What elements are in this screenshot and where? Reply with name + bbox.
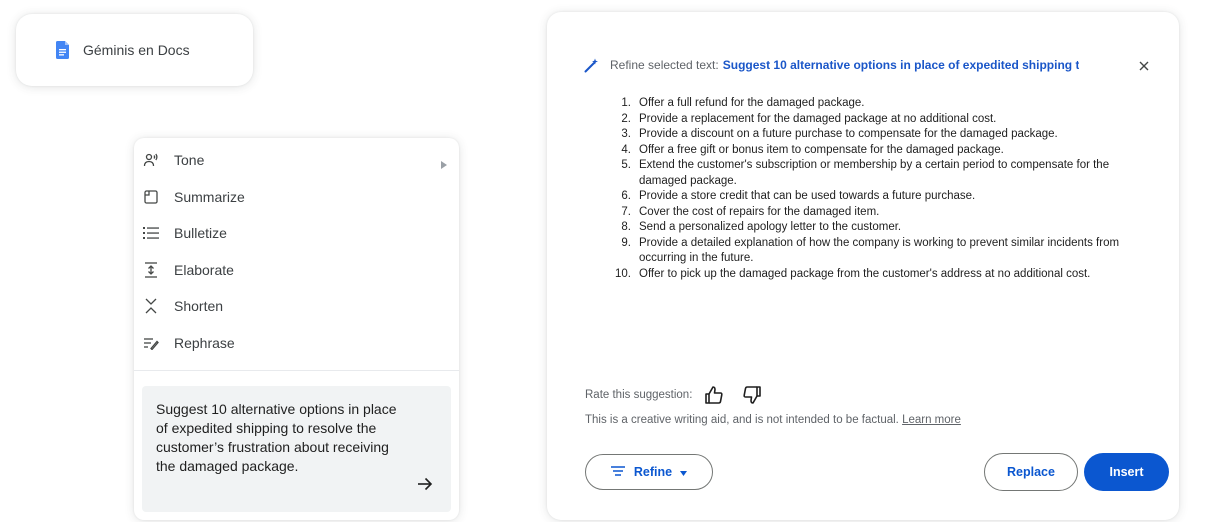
arrow-right-icon[interactable] [417, 477, 433, 496]
item-number: 8. [621, 221, 631, 233]
menu-item-label: Tone [174, 152, 205, 169]
item-number: 6. [621, 190, 631, 202]
menu-list: Tone Summarize Bulletize Elaborate Short… [134, 138, 459, 361]
list-item: 10. Offer to pick up the damaged package … [607, 267, 1142, 283]
disclaimer: This is a creative writing aid, and is n… [585, 414, 961, 426]
bulletize-icon [142, 224, 160, 242]
item-text: Provide a discount on a future purchase … [639, 128, 1058, 140]
item-number: 9. [621, 236, 631, 249]
caret-down-icon [680, 465, 688, 479]
close-icon[interactable] [1139, 58, 1149, 76]
list-item: 1. Offer a full refund for the damaged pa… [607, 96, 1142, 112]
gemini-docs-chip: Géminis en Docs [16, 14, 253, 86]
item-number: 7. [621, 205, 631, 218]
tone-icon [142, 151, 160, 169]
item-text: Cover the cost of repairs for the damage… [639, 205, 880, 218]
menu-item-label: Summarize [174, 188, 245, 205]
item-number: 5. [621, 159, 631, 171]
list-item: 5. Extend the customer's subscription or … [607, 158, 1142, 189]
magic-wand-icon [584, 58, 599, 73]
google-docs-icon [56, 41, 69, 59]
rate-label: Rate this suggestion: [585, 389, 693, 401]
panel-header: Refine selected text: Suggest 10 alterna… [584, 54, 1163, 76]
chip-label: Géminis en Docs [83, 42, 190, 58]
menu-item-tone[interactable]: Tone [134, 142, 459, 179]
menu-item-bulletize[interactable]: Bulletize [134, 215, 459, 252]
item-text: Send a personalized apology letter to th… [639, 221, 902, 233]
item-number: 3. [621, 128, 631, 140]
thumbs-down-icon[interactable] [742, 385, 762, 405]
menu-item-label: Shorten [174, 298, 224, 315]
prompt-input[interactable]: Suggest 10 alternative options in place … [142, 386, 451, 512]
refine-panel: Refine selected text: Suggest 10 alterna… [547, 12, 1179, 520]
menu-item-shorten[interactable]: Shorten [134, 288, 459, 325]
item-number: 10. [615, 267, 631, 280]
shorten-icon [142, 297, 160, 315]
menu-item-label: Elaborate [174, 261, 234, 278]
item-number: 1. [621, 97, 631, 109]
thumbs-up-icon[interactable] [704, 385, 724, 405]
selected-text: Suggest 10 alternative options in place … [722, 58, 1080, 72]
item-text: Offer to pick up the damaged package fro… [639, 267, 1091, 280]
item-text: Offer a full refund for the damaged pack… [639, 97, 865, 109]
learn-more-link[interactable]: Learn more [902, 414, 961, 426]
menu-item-elaborate[interactable]: Elaborate [134, 252, 459, 289]
elaborate-icon [142, 261, 160, 279]
refine-label: Refine [633, 465, 673, 479]
refine-button[interactable]: Refine [585, 454, 713, 490]
insert-button[interactable]: Insert [1084, 453, 1169, 491]
suggestion-list: 1. Offer a full refund for the damaged pa… [607, 96, 1142, 282]
filter-icon [610, 465, 625, 479]
item-text: Provide a store credit that can be used … [639, 190, 976, 202]
replace-button[interactable]: Replace [984, 453, 1078, 491]
chevron-right-icon [441, 156, 447, 174]
rephrase-icon [142, 334, 160, 352]
list-item: 7. Cover the cost of repairs for the dama… [607, 205, 1142, 221]
item-text: Offer a free gift or bonus item to compe… [639, 143, 1004, 156]
item-number: 2. [621, 112, 631, 125]
disclaimer-text: This is a creative writing aid, and is n… [585, 414, 899, 426]
list-item: 9. Provide a detailed explanation of how … [607, 236, 1142, 267]
summarize-icon [142, 188, 160, 206]
list-item: 4. Offer a free gift or bonus item to com… [607, 143, 1142, 159]
prompt-text: Suggest 10 alternative options in place … [156, 401, 397, 474]
rate-row: Rate this suggestion: [585, 385, 780, 405]
menu-divider [134, 370, 459, 371]
list-item: 3. Provide a discount on a future purchas… [607, 127, 1142, 143]
menu-item-summarize[interactable]: Summarize [134, 179, 459, 216]
menu-item-rephrase[interactable]: Rephrase [134, 325, 459, 362]
item-text: Extend the customer's subscription or me… [639, 159, 1110, 187]
menu-item-label: Rephrase [174, 334, 235, 351]
menu-item-label: Bulletize [174, 225, 227, 242]
item-number: 4. [621, 143, 631, 156]
item-text: Provide a detailed explanation of how th… [639, 236, 1120, 265]
list-item: 6. Provide a store credit that can be use… [607, 189, 1142, 205]
help-me-write-menu: Tone Summarize Bulletize Elaborate Short… [134, 138, 459, 520]
header-prefix: Refine selected text: [610, 58, 719, 72]
list-item: 2. Provide a replacement for the damaged … [607, 112, 1142, 128]
item-text: Provide a replacement for the damaged pa… [639, 112, 997, 125]
list-item: 8. Send a personalized apology letter to … [607, 220, 1142, 236]
